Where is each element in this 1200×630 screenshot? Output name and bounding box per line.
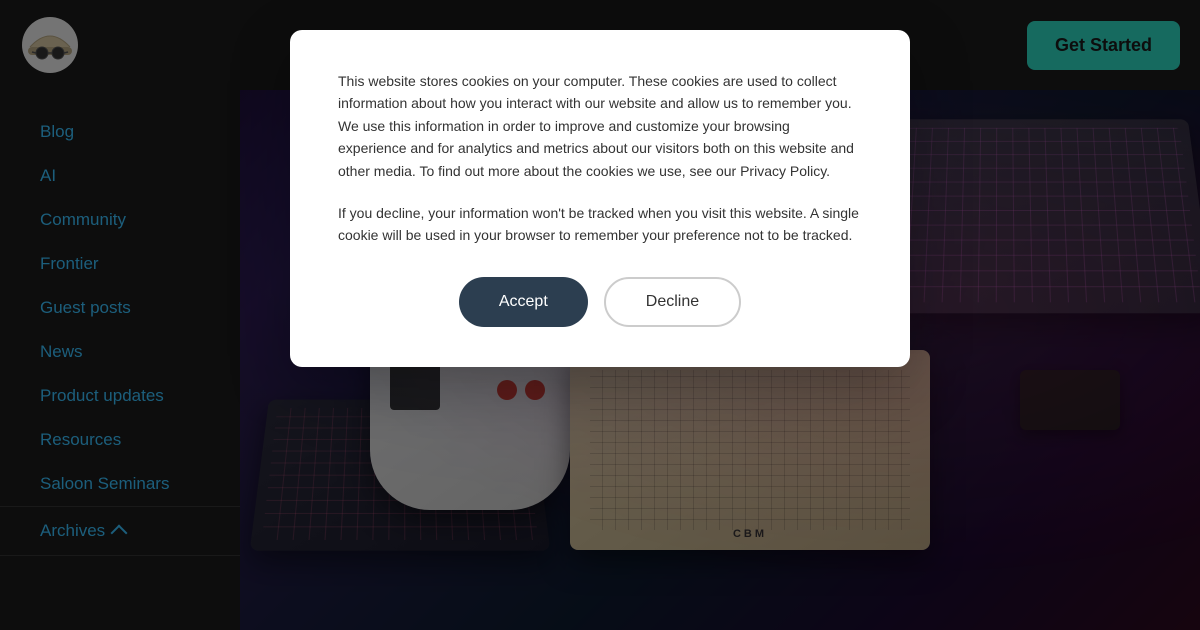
cookie-paragraph-1: This website stores cookies on your comp… [338,70,862,182]
decline-button[interactable]: Decline [604,277,741,327]
modal-overlay: This website stores cookies on your comp… [0,0,1200,630]
cookie-modal: This website stores cookies on your comp… [290,30,910,367]
cookie-paragraph-2: If you decline, your information won't b… [338,202,862,247]
cookie-buttons: Accept Decline [338,277,862,327]
accept-button[interactable]: Accept [459,277,588,327]
